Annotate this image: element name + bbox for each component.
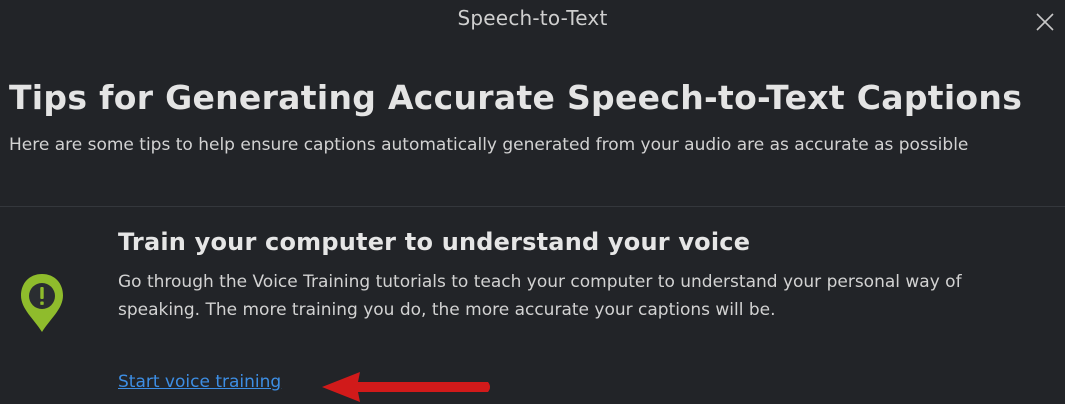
speech-to-text-dialog: Speech-to-Text Tips for Generating Accur… <box>0 0 1065 404</box>
page-heading: Tips for Generating Accurate Speech-to-T… <box>9 78 1023 117</box>
tip-description: Go through the Voice Training tutorials … <box>118 272 962 320</box>
title-bar: Speech-to-Text <box>0 0 1065 44</box>
red-arrow-icon <box>322 372 490 402</box>
start-voice-training-link[interactable]: Start voice training <box>118 372 281 392</box>
close-icon <box>1036 13 1054 31</box>
section-divider <box>0 206 1065 207</box>
exclamation-pin-icon <box>18 272 66 336</box>
close-button[interactable] <box>1029 4 1059 36</box>
tip-title: Train your computer to understand your v… <box>118 228 751 256</box>
page-subheading: Here are some tips to help ensure captio… <box>9 135 969 155</box>
window-title: Speech-to-Text <box>457 6 608 30</box>
